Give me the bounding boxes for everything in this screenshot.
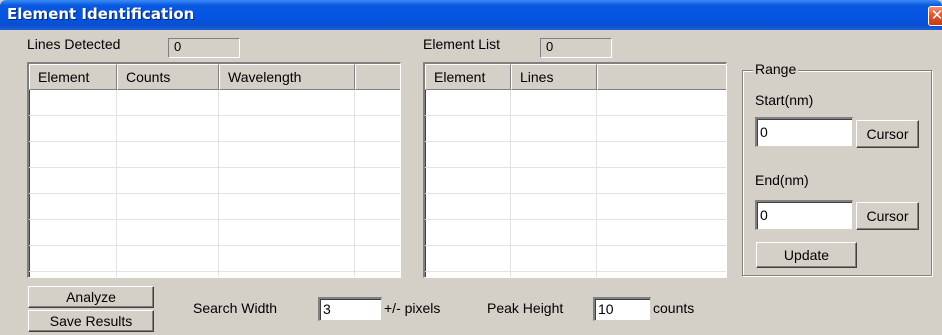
lines-detected-count: 0 (168, 38, 240, 58)
peak-height-unit: counts (653, 300, 695, 316)
title-bar[interactable]: Element Identification (0, 0, 942, 30)
element-list-label: Element List (423, 36, 501, 52)
column-header-lines[interactable]: Lines (511, 64, 597, 90)
close-icon[interactable]: ✕ (928, 6, 942, 26)
grid-line (354, 90, 355, 277)
column-header-counts[interactable]: Counts (117, 64, 219, 90)
peak-height-label: Peak Height (487, 300, 564, 316)
window-title: Element Identification (7, 5, 195, 23)
peak-height-input[interactable]: 10 (593, 297, 651, 321)
lines-table-body[interactable] (29, 90, 400, 277)
start-input[interactable]: 0 (755, 117, 853, 147)
column-header-blank[interactable] (355, 64, 400, 90)
grid-line (218, 90, 219, 277)
search-width-label: Search Width (193, 300, 278, 316)
end-input[interactable]: 0 (755, 200, 853, 230)
element-table-header: Element Lines (425, 64, 726, 90)
column-header-wavelength[interactable]: Wavelength (219, 64, 355, 90)
end-cursor-button[interactable]: Cursor (856, 202, 919, 230)
lines-detected-label: Lines Detected (27, 36, 121, 52)
column-header-element[interactable]: Element (425, 64, 511, 90)
start-cursor-button[interactable]: Cursor (856, 120, 919, 148)
search-width-input[interactable]: 3 (318, 297, 382, 321)
lines-table-header: Element Counts Wavelength (29, 64, 400, 90)
grid-line (596, 90, 597, 277)
element-table-body[interactable] (425, 90, 726, 277)
lines-table[interactable]: Element Counts Wavelength (27, 62, 401, 278)
analyze-button[interactable]: Analyze (28, 286, 154, 308)
update-button[interactable]: Update (756, 242, 857, 268)
element-identification-dialog: Element Identification ✕ Lines Detected … (0, 0, 942, 335)
element-table[interactable]: Element Lines (423, 62, 727, 278)
grid-line (510, 90, 511, 277)
search-width-unit: +/- pixels (384, 300, 441, 316)
column-header-blank[interactable] (597, 64, 726, 90)
grid-line (116, 90, 117, 277)
element-list-count: 0 (540, 38, 612, 58)
column-header-element[interactable]: Element (29, 64, 117, 90)
save-results-button[interactable]: Save Results (28, 310, 154, 332)
end-label: End(nm) (755, 172, 809, 188)
start-label: Start(nm) (755, 92, 814, 108)
range-legend: Range (753, 61, 799, 77)
